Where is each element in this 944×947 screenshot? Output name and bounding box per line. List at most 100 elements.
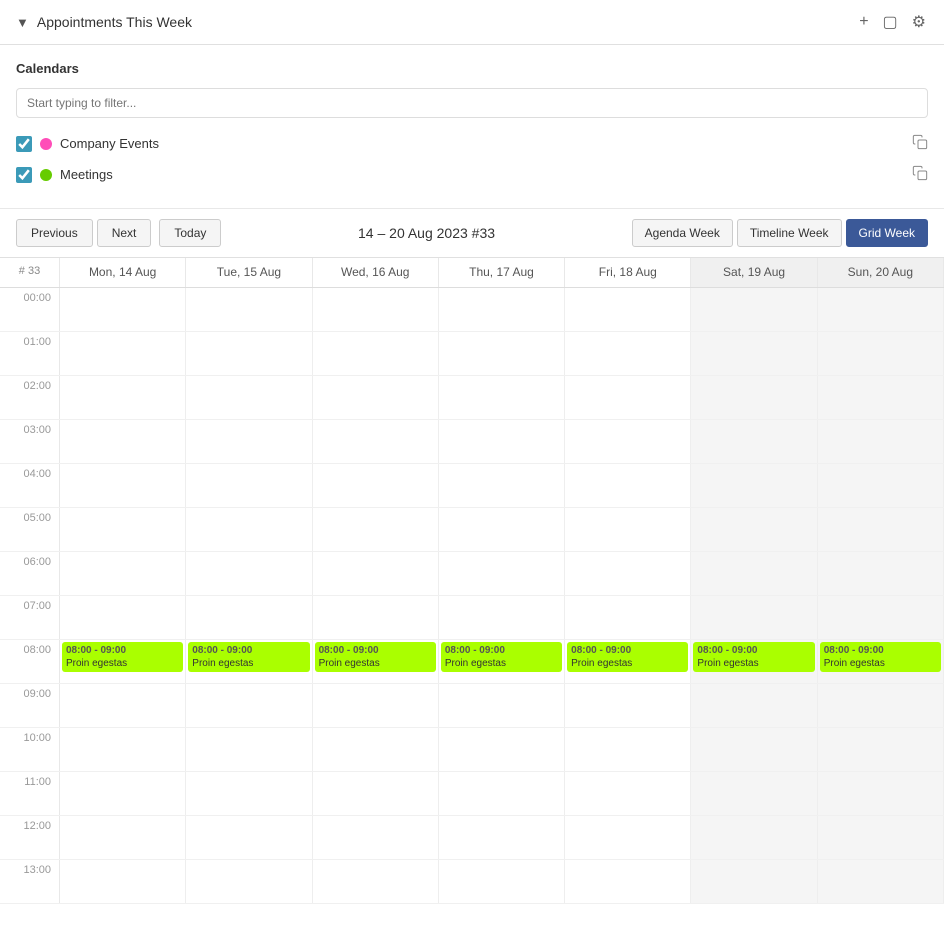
day-cell-5-hour-2[interactable] — [691, 376, 817, 419]
event-block[interactable]: 08:00 - 09:00Proin egestas — [188, 642, 309, 672]
day-cell-1-hour-3[interactable] — [186, 420, 312, 463]
day-cell-6-hour-12[interactable] — [818, 816, 944, 859]
meetings-checkbox[interactable] — [16, 167, 32, 183]
day-cell-0-hour-8[interactable]: 08:00 - 09:00Proin egestas — [60, 640, 186, 683]
day-cell-3-hour-11[interactable] — [439, 772, 565, 815]
day-cell-4-hour-11[interactable] — [565, 772, 691, 815]
day-cell-3-hour-13[interactable] — [439, 860, 565, 903]
day-cell-6-hour-9[interactable] — [818, 684, 944, 727]
day-cell-2-hour-9[interactable] — [313, 684, 439, 727]
day-cell-3-hour-1[interactable] — [439, 332, 565, 375]
day-cell-6-hour-4[interactable] — [818, 464, 944, 507]
day-cell-4-hour-13[interactable] — [565, 860, 691, 903]
day-cell-5-hour-7[interactable] — [691, 596, 817, 639]
day-cell-2-hour-8[interactable]: 08:00 - 09:00Proin egestas — [313, 640, 439, 683]
sidebar-icon[interactable]: ▢ — [881, 10, 900, 34]
day-cell-1-hour-4[interactable] — [186, 464, 312, 507]
day-cell-5-hour-12[interactable] — [691, 816, 817, 859]
day-cell-0-hour-4[interactable] — [60, 464, 186, 507]
day-cell-3-hour-7[interactable] — [439, 596, 565, 639]
day-cell-6-hour-6[interactable] — [818, 552, 944, 595]
day-cell-0-hour-13[interactable] — [60, 860, 186, 903]
day-cell-2-hour-1[interactable] — [313, 332, 439, 375]
day-cell-4-hour-7[interactable] — [565, 596, 691, 639]
day-cell-6-hour-3[interactable] — [818, 420, 944, 463]
day-cell-1-hour-2[interactable] — [186, 376, 312, 419]
event-block[interactable]: 08:00 - 09:00Proin egestas — [315, 642, 436, 672]
day-cell-2-hour-6[interactable] — [313, 552, 439, 595]
day-cell-6-hour-10[interactable] — [818, 728, 944, 771]
day-cell-2-hour-2[interactable] — [313, 376, 439, 419]
event-block[interactable]: 08:00 - 09:00Proin egestas — [567, 642, 688, 672]
chevron-icon[interactable]: ▼ — [16, 15, 29, 30]
day-cell-1-hour-13[interactable] — [186, 860, 312, 903]
day-cell-5-hour-1[interactable] — [691, 332, 817, 375]
calendar-filter-input[interactable] — [16, 88, 928, 118]
day-cell-5-hour-9[interactable] — [691, 684, 817, 727]
day-cell-1-hour-6[interactable] — [186, 552, 312, 595]
day-cell-2-hour-4[interactable] — [313, 464, 439, 507]
event-block[interactable]: 08:00 - 09:00Proin egestas — [441, 642, 562, 672]
timeline-week-button[interactable]: Timeline Week — [737, 219, 842, 247]
day-cell-6-hour-7[interactable] — [818, 596, 944, 639]
day-cell-6-hour-1[interactable] — [818, 332, 944, 375]
company-events-checkbox[interactable] — [16, 136, 32, 152]
day-cell-4-hour-2[interactable] — [565, 376, 691, 419]
grid-week-button[interactable]: Grid Week — [846, 219, 928, 247]
day-cell-4-hour-9[interactable] — [565, 684, 691, 727]
day-cell-4-hour-8[interactable]: 08:00 - 09:00Proin egestas — [565, 640, 691, 683]
day-cell-1-hour-7[interactable] — [186, 596, 312, 639]
event-block[interactable]: 08:00 - 09:00Proin egestas — [820, 642, 941, 672]
day-cell-3-hour-8[interactable]: 08:00 - 09:00Proin egestas — [439, 640, 565, 683]
day-cell-3-hour-3[interactable] — [439, 420, 565, 463]
day-cell-5-hour-4[interactable] — [691, 464, 817, 507]
day-cell-0-hour-11[interactable] — [60, 772, 186, 815]
day-cell-6-hour-5[interactable] — [818, 508, 944, 551]
day-cell-6-hour-13[interactable] — [818, 860, 944, 903]
day-cell-0-hour-3[interactable] — [60, 420, 186, 463]
day-cell-3-hour-2[interactable] — [439, 376, 565, 419]
day-cell-5-hour-6[interactable] — [691, 552, 817, 595]
day-cell-1-hour-12[interactable] — [186, 816, 312, 859]
day-cell-0-hour-9[interactable] — [60, 684, 186, 727]
day-cell-4-hour-6[interactable] — [565, 552, 691, 595]
today-button[interactable]: Today — [159, 219, 221, 247]
day-cell-1-hour-9[interactable] — [186, 684, 312, 727]
day-cell-2-hour-12[interactable] — [313, 816, 439, 859]
day-cell-0-hour-6[interactable] — [60, 552, 186, 595]
day-cell-2-hour-5[interactable] — [313, 508, 439, 551]
day-cell-2-hour-3[interactable] — [313, 420, 439, 463]
day-cell-3-hour-0[interactable] — [439, 288, 565, 331]
day-cell-1-hour-5[interactable] — [186, 508, 312, 551]
gear-icon[interactable]: ⚙ — [910, 10, 928, 34]
day-cell-6-hour-11[interactable] — [818, 772, 944, 815]
day-cell-4-hour-10[interactable] — [565, 728, 691, 771]
next-button[interactable]: Next — [97, 219, 152, 247]
day-cell-0-hour-0[interactable] — [60, 288, 186, 331]
day-cell-5-hour-8[interactable]: 08:00 - 09:00Proin egestas — [691, 640, 817, 683]
day-cell-1-hour-0[interactable] — [186, 288, 312, 331]
meetings-copy-button[interactable] — [912, 165, 928, 184]
day-cell-6-hour-8[interactable]: 08:00 - 09:00Proin egestas — [818, 640, 944, 683]
add-icon[interactable]: + — [857, 10, 870, 34]
event-block[interactable]: 08:00 - 09:00Proin egestas — [693, 642, 814, 672]
day-cell-5-hour-5[interactable] — [691, 508, 817, 551]
day-cell-2-hour-10[interactable] — [313, 728, 439, 771]
previous-button[interactable]: Previous — [16, 219, 93, 247]
day-cell-3-hour-9[interactable] — [439, 684, 565, 727]
company-events-copy-button[interactable] — [912, 134, 928, 153]
day-cell-1-hour-1[interactable] — [186, 332, 312, 375]
day-cell-5-hour-10[interactable] — [691, 728, 817, 771]
day-cell-2-hour-13[interactable] — [313, 860, 439, 903]
day-cell-6-hour-2[interactable] — [818, 376, 944, 419]
day-cell-5-hour-3[interactable] — [691, 420, 817, 463]
day-cell-5-hour-0[interactable] — [691, 288, 817, 331]
day-cell-4-hour-5[interactable] — [565, 508, 691, 551]
day-cell-4-hour-4[interactable] — [565, 464, 691, 507]
day-cell-2-hour-11[interactable] — [313, 772, 439, 815]
day-cell-3-hour-6[interactable] — [439, 552, 565, 595]
day-cell-1-hour-11[interactable] — [186, 772, 312, 815]
day-cell-0-hour-7[interactable] — [60, 596, 186, 639]
day-cell-5-hour-13[interactable] — [691, 860, 817, 903]
day-cell-3-hour-10[interactable] — [439, 728, 565, 771]
